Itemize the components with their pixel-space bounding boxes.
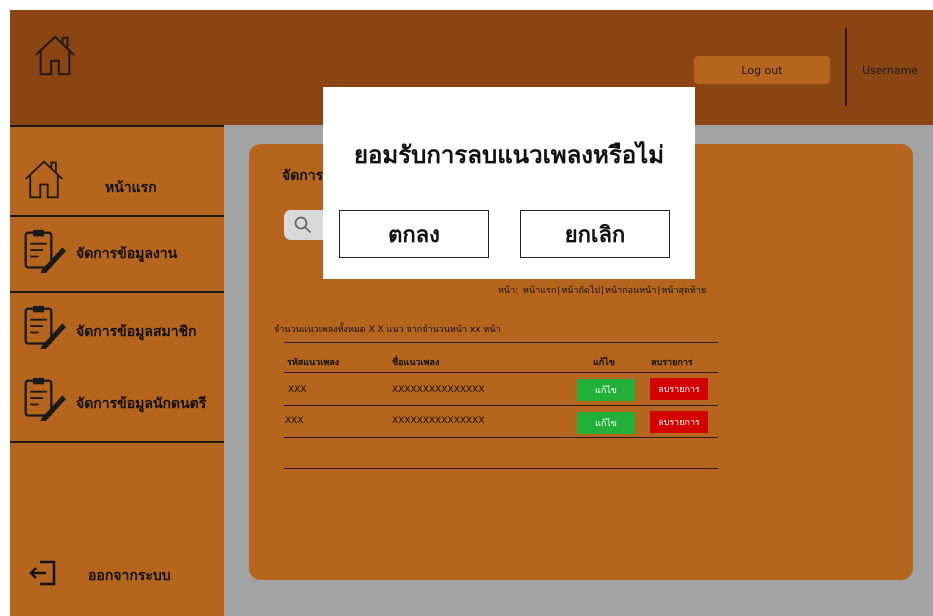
sidebar-item-jobs[interactable]: จัดการข้อมูลงาน — [10, 217, 224, 287]
logout-button[interactable]: Log out — [694, 56, 830, 84]
document-edit-icon — [24, 305, 66, 349]
confirm-delete-dialog: ยอมรับการลบแนวเพลงหรือไม่ ตกลง ยกเลิก — [323, 87, 695, 279]
row-name: XXXXXXXXXXXXXXX — [392, 416, 485, 426]
sidebar-item-musicians[interactable]: จัดการข้อมูลนักดนตรี — [10, 367, 224, 437]
row-id: XXX — [285, 416, 304, 426]
document-edit-icon — [24, 377, 66, 421]
search-icon — [294, 216, 312, 234]
edit-button[interactable]: แก้ไข — [577, 412, 635, 434]
sidebar-item-members[interactable]: จัดการข้อมูลสมาชิก — [10, 293, 224, 363]
page-first-link[interactable]: หน้าแรก — [522, 286, 557, 296]
page-previous-link[interactable]: หน้าก่อนหน้า — [604, 286, 657, 296]
pagination-prefix: หน้า: — [498, 286, 519, 296]
column-header-edit: แก้ไข — [593, 358, 615, 368]
username-label[interactable]: Username — [862, 64, 918, 77]
summary-text: จำนวนแนวเพลงทั้งหมด X X แนว จากจำนวนหน้า… — [274, 325, 501, 335]
table-rule — [284, 468, 718, 469]
header-divider — [845, 28, 847, 106]
logout-icon — [29, 560, 56, 586]
column-header-name: ชื่อแนวเพลง — [392, 358, 440, 368]
page-last-link[interactable]: หน้าสุดท้าย — [660, 286, 707, 296]
row-id: XXX — [288, 385, 307, 395]
pagination: หน้า: หน้าแรก|หน้าถัดไป|หน้าก่อนหน้า|หน้… — [498, 286, 707, 296]
logout-sidebar-button[interactable]: ออกจากระบบ — [10, 550, 224, 600]
confirm-button[interactable]: ตกลง — [339, 210, 489, 258]
row-name: XXXXXXXXXXXXXXX — [392, 385, 485, 395]
logout-sidebar-label: ออกจากระบบ — [88, 568, 171, 584]
document-edit-icon — [24, 229, 66, 273]
dialog-title: ยอมรับการลบแนวเพลงหรือไม่ — [353, 141, 665, 169]
sidebar-divider — [10, 441, 224, 443]
edit-button[interactable]: แก้ไข — [577, 379, 635, 401]
sidebar-item-label: จัดการข้อมูลงาน — [76, 246, 178, 262]
sidebar-item-home[interactable]: หน้าแรก — [10, 147, 224, 217]
sidebar-item-label: หน้าแรก — [105, 180, 157, 196]
column-header-delete: ลบรายการ — [651, 358, 693, 368]
delete-button[interactable]: ลบรายการ — [650, 378, 708, 400]
delete-button[interactable]: ลบรายการ — [650, 411, 708, 433]
home-icon[interactable] — [32, 32, 78, 78]
home-icon — [25, 160, 63, 199]
page-next-link[interactable]: หน้าถัดไป — [560, 286, 601, 296]
cancel-button[interactable]: ยกเลิก — [520, 210, 670, 258]
table-rule — [284, 405, 718, 406]
column-header-id: รหัสแนวเพลง — [287, 358, 340, 368]
sidebar-item-label: จัดการข้อมูลสมาชิก — [76, 324, 197, 340]
sidebar-item-label: จัดการข้อมูลนักดนตรี — [76, 396, 207, 412]
table-rule — [284, 342, 718, 343]
page-title: จัดการ — [282, 168, 324, 184]
sidebar: หน้าแรก จัดการข้อมูลงาน จัดการข้อมูลสมาช… — [10, 125, 224, 616]
sidebar-divider — [10, 125, 224, 127]
table-rule — [284, 437, 718, 438]
table-rule — [284, 372, 718, 373]
